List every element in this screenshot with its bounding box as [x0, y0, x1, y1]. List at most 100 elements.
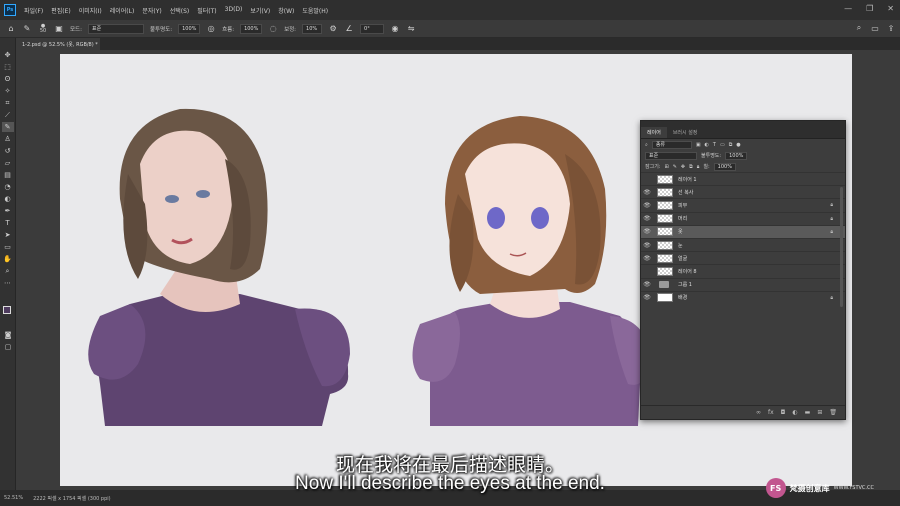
blur-tool-icon[interactable]: ◔: [2, 182, 14, 192]
menu-item[interactable]: 이미지(I): [75, 6, 106, 15]
mode-select[interactable]: 표준: [87, 23, 144, 34]
visibility-eye-icon[interactable]: 👁︎: [641, 228, 653, 235]
menu-item[interactable]: 편집(E): [47, 6, 75, 15]
minimize-button[interactable]: —: [844, 4, 852, 13]
menu-item[interactable]: 필터(T): [193, 6, 220, 15]
visibility-eye-icon[interactable]: 👁︎: [641, 202, 653, 209]
screen-mode-icon[interactable]: ▢: [2, 342, 14, 352]
smoothing-field[interactable]: 10%: [302, 23, 323, 34]
menu-item[interactable]: 보기(V): [246, 6, 274, 15]
layer-style-icon[interactable]: fx: [768, 409, 774, 416]
menu-item[interactable]: 레이어(L): [106, 6, 139, 15]
move-tool-icon[interactable]: ✥: [2, 50, 14, 60]
photoshop-logo[interactable]: Ps: [4, 4, 16, 16]
flow-field[interactable]: 100%: [240, 23, 263, 34]
visibility-eye-icon[interactable]: 👁︎: [641, 242, 653, 249]
menu-item[interactable]: 3D(D): [221, 6, 247, 15]
menu-item[interactable]: 선택(S): [166, 6, 194, 15]
filter-shape-icon[interactable]: ▭: [720, 142, 725, 148]
visibility-eye-icon[interactable]: 👁︎: [641, 215, 653, 222]
pressure-opacity-icon[interactable]: ◎: [206, 24, 216, 34]
filter-adjust-icon[interactable]: ◐: [705, 142, 709, 148]
foreground-color-swatch[interactable]: [3, 306, 11, 314]
layer-row[interactable]: 👁︎ 그룹 1: [641, 277, 845, 291]
brush-tool-icon[interactable]: ✎: [1, 122, 14, 132]
brush-settings-icon[interactable]: ▣: [54, 24, 64, 34]
lock-artboard-icon[interactable]: ⧉: [689, 164, 693, 170]
angle-field[interactable]: 0°: [360, 23, 385, 34]
layer-row[interactable]: 👁︎ 배경 🔒︎: [641, 290, 845, 304]
new-layer-icon[interactable]: ⊞: [817, 409, 822, 416]
eyedropper-tool-icon[interactable]: ⟋: [2, 110, 14, 120]
layer-row[interactable]: 레이어 1: [641, 172, 845, 185]
home-icon[interactable]: ⌂: [6, 24, 16, 34]
filter-pixel-icon[interactable]: ▣: [696, 142, 701, 148]
lasso-tool-icon[interactable]: ʘ: [2, 74, 14, 84]
eraser-tool-icon[interactable]: ▱: [2, 158, 14, 168]
brush-preset-icon[interactable]: ● 50: [38, 23, 48, 34]
close-button[interactable]: ✕: [887, 4, 894, 13]
blend-mode-select[interactable]: 표준: [645, 151, 697, 160]
airbrush-icon[interactable]: ◌: [268, 24, 278, 34]
dodge-tool-icon[interactable]: ◐: [2, 194, 14, 204]
filter-smart-icon[interactable]: ⧉: [729, 142, 733, 148]
workspace-icon[interactable]: ▭: [870, 23, 880, 33]
document-tab[interactable]: 1-2.psd @ 52.5% (옷, RGB/8) *: [16, 38, 100, 50]
type-tool-icon[interactable]: T: [2, 218, 14, 228]
layer-row[interactable]: 👁︎ 얼굴: [641, 251, 845, 264]
layer-row[interactable]: 👁︎ 옷 🔒︎: [641, 224, 845, 238]
visibility-eye-icon[interactable]: 👁︎: [641, 255, 653, 262]
visibility-eye-icon[interactable]: 👁︎: [641, 189, 653, 196]
menu-item[interactable]: 창(W): [274, 6, 298, 15]
add-mask-icon[interactable]: ◘: [781, 409, 786, 416]
new-group-icon[interactable]: ▬: [805, 409, 811, 416]
visibility-eye-icon[interactable]: 👁︎: [641, 281, 653, 288]
symmetry-icon[interactable]: ⇋: [406, 24, 416, 34]
shape-tool-icon[interactable]: ▭: [2, 242, 14, 252]
lock-move-icon[interactable]: ✥: [681, 164, 685, 170]
layer-row[interactable]: 👁︎ 머리 🔒︎: [641, 211, 845, 225]
more-tools-icon[interactable]: ⋯: [2, 278, 14, 288]
link-layers-icon[interactable]: ∞: [756, 409, 761, 416]
zoom-level[interactable]: 52.51%: [4, 495, 23, 501]
visibility-eye-icon[interactable]: 👁︎: [641, 294, 653, 301]
menu-item[interactable]: 파일(F): [20, 6, 47, 15]
tab-layers[interactable]: 레이어: [641, 127, 667, 138]
hand-tool-icon[interactable]: ✋: [2, 254, 14, 264]
delete-layer-icon[interactable]: 🗑︎: [829, 409, 837, 416]
brush-tool-icon[interactable]: ✎: [22, 24, 32, 34]
filter-type-icon[interactable]: T: [713, 142, 716, 148]
quick-mask-icon[interactable]: ◙: [2, 330, 14, 340]
lock-paint-icon[interactable]: ✎: [673, 164, 677, 170]
search-icon[interactable]: ⌕: [854, 23, 864, 33]
layer-row[interactable]: 👁︎ 선 복사: [641, 185, 845, 198]
lock-all-icon[interactable]: 🔒︎: [697, 164, 700, 170]
menu-item[interactable]: 문자(Y): [138, 6, 165, 15]
gradient-tool-icon[interactable]: ▤: [2, 170, 14, 180]
fill-field[interactable]: 100%: [713, 162, 736, 171]
menu-item[interactable]: 도움말(H): [298, 6, 332, 15]
path-select-tool-icon[interactable]: ➤: [2, 230, 14, 240]
tab-brush-settings[interactable]: 브러시 설정: [667, 127, 704, 138]
lock-transparent-icon[interactable]: ⊞: [665, 164, 669, 170]
layer-row[interactable]: 👁︎ 피부 🔒︎: [641, 198, 845, 211]
filter-kind-select[interactable]: 종류: [651, 140, 692, 149]
share-icon[interactable]: ⇪: [886, 23, 896, 33]
zoom-tool-icon[interactable]: ⌕: [2, 266, 14, 276]
filter-toggle-icon[interactable]: ●: [736, 142, 740, 148]
stamp-tool-icon[interactable]: ♙: [2, 134, 14, 144]
pressure-size-icon[interactable]: ◉: [390, 24, 400, 34]
layer-row[interactable]: 레이어 8: [641, 264, 845, 277]
adjustment-layer-icon[interactable]: ◐: [792, 409, 797, 416]
marquee-tool-icon[interactable]: ⬚: [2, 62, 14, 72]
gear-icon[interactable]: ⚙: [328, 24, 338, 34]
opacity-field[interactable]: 100%: [178, 23, 201, 34]
layer-row[interactable]: 👁︎ 눈: [641, 237, 845, 251]
opacity-field[interactable]: 100%: [725, 151, 748, 160]
layer-list-scrollbar[interactable]: [840, 187, 843, 307]
crop-tool-icon[interactable]: ⌗: [2, 98, 14, 108]
quick-select-tool-icon[interactable]: ✧: [2, 86, 14, 96]
maximize-button[interactable]: ❐: [866, 4, 873, 13]
history-brush-tool-icon[interactable]: ↺: [2, 146, 14, 156]
pen-tool-icon[interactable]: ✒: [2, 206, 14, 216]
